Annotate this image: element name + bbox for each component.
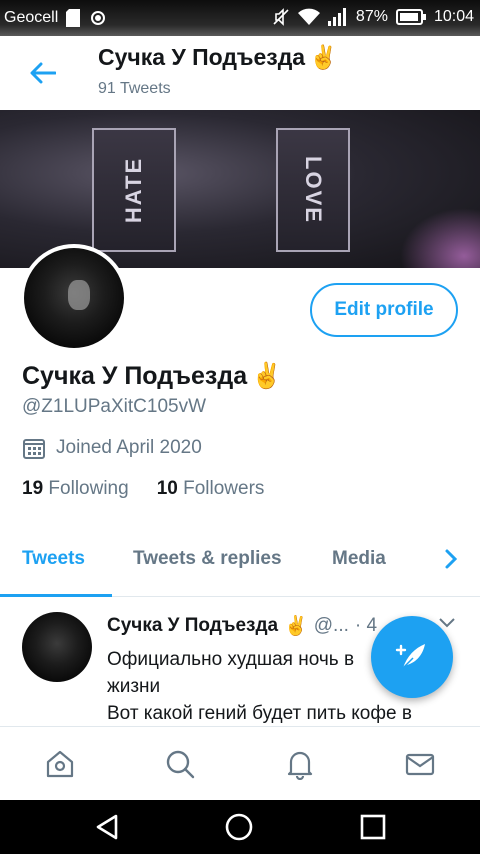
search-icon [166,750,195,779]
profile-name-text: Сучка У Подъезда [22,362,248,390]
profile-avatar[interactable] [20,244,128,352]
header-title-text: Сучка У Подъезда [98,44,306,70]
sd-card-icon [66,9,81,27]
tweet-line: Вот какой гений будет пить кофе в [107,703,412,724]
tabs-scroll-right-button[interactable] [444,548,458,575]
circle-home-icon [225,813,253,841]
arrow-left-icon [30,62,56,84]
square-recents-icon [360,814,386,840]
compose-tweet-button[interactable] [371,616,453,698]
avatar-photo [24,248,124,348]
victory-emoji: ✌️ [251,362,283,390]
followers-count: 10 [156,478,178,499]
nav-notifications[interactable] [283,747,317,781]
followers-link[interactable]: 10 Followers [157,478,265,500]
system-home-button[interactable] [223,811,255,843]
joined-text: Joined April 2020 [56,437,202,458]
system-recents-button[interactable] [357,811,389,843]
home-icon [46,750,74,778]
carrier-label: Geocell [4,9,59,26]
active-tab-indicator [0,594,112,597]
follow-stats: 19 Following 10 Followers [22,478,264,500]
profile-header: Сучка У Подъезда ✌️ 91 Tweets [0,36,480,110]
battery-percent: 87% [355,8,388,25]
victory-emoji: ✌️ [309,44,338,70]
chevron-right-icon [445,549,458,569]
nav-home[interactable] [43,747,77,781]
tweet-author-handle: @... [313,615,349,636]
bottom-navigation [0,726,480,800]
tab-tweets-replies[interactable]: Tweets & replies [133,548,282,570]
calendar-icon [23,439,45,459]
profile-tabs: Tweets Tweets & replies Media [0,534,480,597]
wifi-icon [297,8,320,26]
banner-chip-right-text: LOVE [301,156,326,224]
bell-icon [287,751,313,780]
mail-icon [405,753,435,776]
signal-icon [327,8,348,26]
tab-tweets[interactable]: Tweets [22,548,85,570]
banner-chip-right: LOVE [276,128,350,252]
system-navigation-bar [0,800,480,854]
compose-feather-icon [395,644,425,669]
tweet-author-name: Сучка У Подъезда [107,615,279,636]
battery-icon [395,8,426,26]
triangle-back-icon [96,814,118,840]
tab-media[interactable]: Media [332,548,386,570]
profile-handle: @Z1LUPaXitC105vW [22,396,207,417]
tweet-count: 91 Tweets [98,80,171,97]
tweet-header: Сучка У Подъезда ✌️ @... · 4 [107,614,377,638]
banner-chip-left: HATE [92,128,176,252]
clock: 10:04 [433,8,474,25]
status-bar: Geocell 87% 10:04 [0,0,480,36]
tweet-time: · 4 [354,615,378,636]
victory-emoji: ✌️ [284,616,308,637]
edit-profile-button[interactable]: Edit profile [310,283,458,337]
hotspot-icon [88,9,108,27]
nav-messages[interactable] [403,747,437,781]
following-link[interactable]: 19 Following [22,478,129,500]
following-label: Following [48,478,129,499]
banner-glow [400,208,480,268]
joined-date: Joined April 2020 [22,436,202,460]
system-back-button[interactable] [91,811,123,843]
nav-search[interactable] [163,747,197,781]
back-button[interactable] [28,58,58,88]
banner-chip-left-text: HATE [120,156,146,224]
following-count: 19 [22,478,44,499]
tweet-avatar[interactable] [22,612,92,682]
header-title: Сучка У Подъезда ✌️ [98,44,338,71]
profile-name: Сучка У Подъезда ✌️ [22,362,282,391]
followers-label: Followers [183,478,265,499]
mute-icon [272,8,290,26]
